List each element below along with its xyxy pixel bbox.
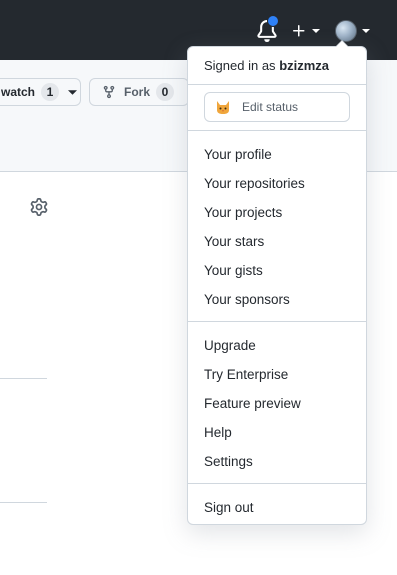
- fork-button[interactable]: Fork 0: [89, 78, 189, 106]
- menu-try-enterprise[interactable]: Try Enterprise: [204, 367, 288, 382]
- menu-your-sponsors[interactable]: Your sponsors: [204, 292, 290, 307]
- watch-counter: 1: [41, 83, 60, 101]
- caret-down-icon: [68, 89, 78, 95]
- signed-in-header: Signed in as bzizmza: [204, 58, 329, 73]
- caret-down-icon: [362, 29, 370, 33]
- fork-label: Fork: [124, 85, 151, 99]
- avatar: [335, 20, 357, 42]
- watch-button[interactable]: watch 1: [0, 78, 81, 106]
- cat-emoji-icon: [217, 101, 229, 114]
- divider: [0, 502, 47, 503]
- caret-down-icon: [312, 29, 320, 33]
- menu-sign-out[interactable]: Sign out: [204, 500, 254, 515]
- dropdown-caret-fill: [336, 41, 348, 47]
- create-new-button[interactable]: [291, 20, 320, 42]
- menu-upgrade[interactable]: Upgrade: [204, 338, 256, 353]
- divider: [188, 130, 366, 131]
- menu-feature-preview[interactable]: Feature preview: [204, 396, 301, 411]
- menu-your-profile[interactable]: Your profile: [204, 147, 272, 162]
- user-dropdown-menu: Signed in as bzizmza Edit status Your pr…: [187, 46, 367, 525]
- divider: [0, 378, 47, 379]
- watch-label: watch: [1, 85, 36, 99]
- notification-indicator: [267, 15, 279, 27]
- menu-help[interactable]: Help: [204, 425, 232, 440]
- menu-your-stars[interactable]: Your stars: [204, 234, 264, 249]
- fork-icon: [103, 85, 115, 99]
- menu-your-repositories[interactable]: Your repositories: [204, 176, 305, 191]
- menu-settings[interactable]: Settings: [204, 454, 253, 469]
- divider: [188, 84, 366, 85]
- fork-counter: 0: [156, 83, 175, 101]
- menu-your-gists[interactable]: Your gists: [204, 263, 263, 278]
- username: bzizmza: [279, 58, 330, 73]
- divider: [188, 321, 366, 322]
- plus-icon: [293, 25, 305, 37]
- gear-icon[interactable]: [30, 198, 48, 216]
- signed-in-label: Signed in as: [204, 58, 276, 73]
- menu-your-projects[interactable]: Your projects: [204, 205, 282, 220]
- edit-status-label: Edit status: [242, 100, 299, 114]
- divider: [188, 483, 366, 484]
- edit-status-button[interactable]: Edit status: [204, 92, 350, 122]
